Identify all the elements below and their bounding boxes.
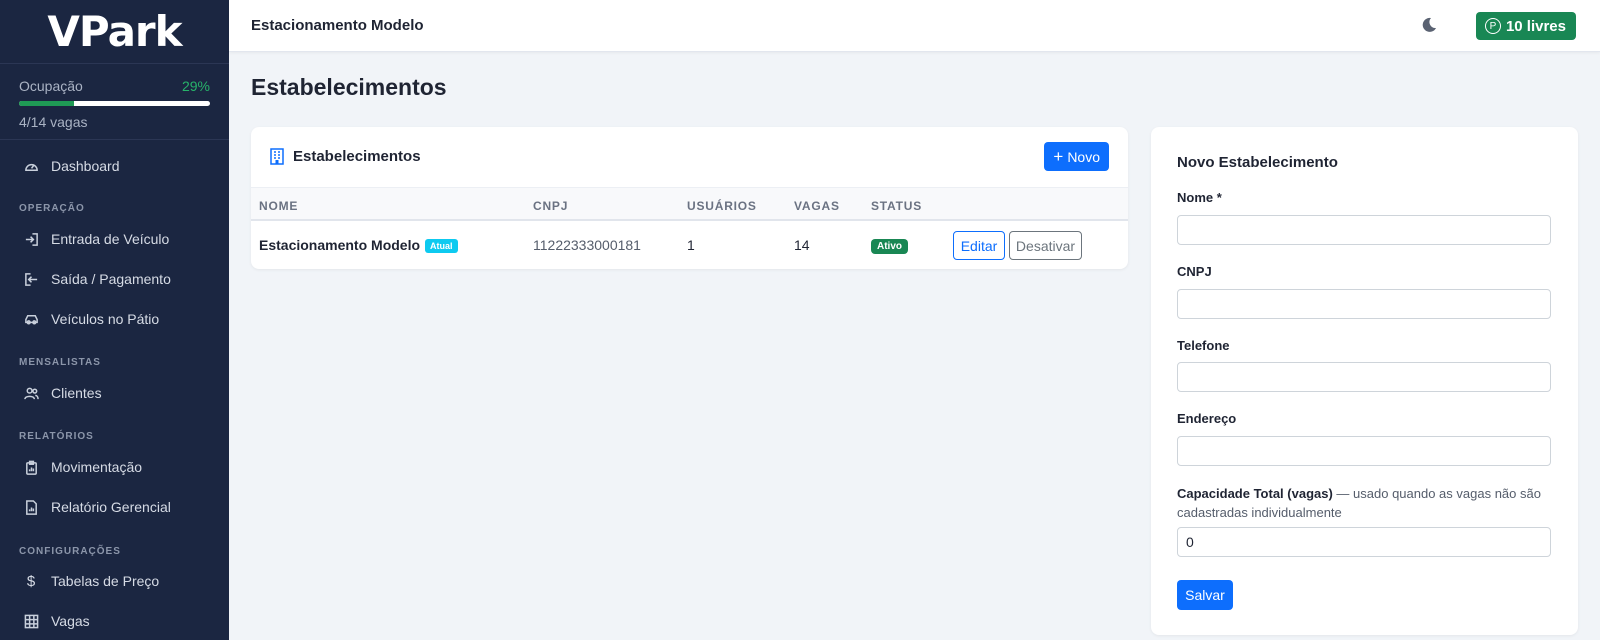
sidebar-item-label: Relatório Gerencial: [51, 499, 171, 515]
nome-label: Nome *: [1177, 190, 1222, 205]
establishment-name: Estacionamento Modelo: [251, 17, 424, 34]
table-row: Estacionamento Modelo Atual 112223330001…: [251, 221, 1128, 269]
sidebar-item-label: Veículos no Pátio: [51, 311, 160, 327]
endereco-input[interactable]: [1177, 436, 1551, 466]
section-operacao: OPERAÇÃO: [19, 203, 85, 214]
column-header-status[interactable]: STATUS: [871, 199, 922, 213]
endereco-label: Endereço: [1177, 411, 1237, 426]
new-establishment-button[interactable]: + Novo: [1044, 142, 1109, 171]
table-header: NOME CNPJ USUÁRIOS VAGAS STATUS: [251, 187, 1128, 221]
occupancy-spots: 4/14 vagas: [19, 114, 88, 130]
save-button[interactable]: Salvar: [1177, 580, 1233, 610]
sidebar-item-label: Vagas: [51, 613, 90, 629]
cnpj-label: CNPJ: [1177, 264, 1212, 279]
occupancy-progress-fill: [19, 101, 75, 106]
edit-button[interactable]: Editar: [953, 231, 1005, 260]
column-header-vagas[interactable]: VAGAS: [794, 199, 840, 213]
sidebar-item-clientes[interactable]: Clientes: [0, 375, 229, 411]
sidebar-item-tabelas-preco[interactable]: $ Tabelas de Preço: [0, 563, 229, 599]
clipboard-data-icon: [23, 459, 39, 475]
sidebar-item-movimentacao[interactable]: Movimentação: [0, 449, 229, 485]
page-title: Estabelecimentos: [251, 74, 447, 100]
login-icon: [23, 231, 39, 247]
occupancy-percent: 29%: [181, 78, 210, 94]
sidebar-item-relatorio-gerencial[interactable]: Relatório Gerencial: [0, 489, 229, 525]
sidebar-item-label: Tabelas de Preço: [51, 573, 160, 589]
sidebar-item-saida[interactable]: Saída / Pagamento: [0, 261, 229, 297]
cnpj-input[interactable]: [1177, 289, 1551, 319]
section-relatorios: RELATÓRIOS: [19, 431, 94, 442]
status-badge: Ativo: [871, 239, 908, 254]
sidebar-item-label: Movimentação: [51, 459, 143, 475]
building-icon: [270, 148, 284, 165]
cell-users: 1: [687, 237, 695, 253]
new-button-label: Novo: [1067, 148, 1100, 165]
sidebar-item-label: Clientes: [51, 385, 102, 401]
sidebar-item-dashboard[interactable]: Dashboard: [0, 148, 229, 184]
grid-icon: [23, 613, 39, 629]
cell-name: Estacionamento Modelo: [259, 237, 421, 253]
occupancy-progress-bar: [19, 101, 210, 106]
telefone-input[interactable]: [1177, 362, 1551, 392]
sidebar-item-label: Entrada de Veículo: [51, 231, 170, 247]
dollar-icon: $: [26, 572, 36, 590]
section-mensalistas: MENSALISTAS: [19, 357, 101, 368]
moon-icon[interactable]: [1420, 16, 1438, 34]
telefone-label: Telefone: [1177, 338, 1230, 353]
column-header-usuarios[interactable]: USUÁRIOS: [687, 199, 757, 213]
cell-cnpj: 11222333000181: [533, 237, 641, 253]
establishments-list-card: Estabelecimentos + Novo NOME CNPJ USUÁRI…: [251, 127, 1128, 269]
new-establishment-form: Novo Estabelecimento Nome * CNPJ Telefon…: [1151, 127, 1578, 635]
card-header: Estabelecimentos + Novo: [251, 127, 1128, 187]
card-title: Estabelecimentos: [293, 148, 421, 165]
section-configuracoes: CONFIGURAÇÕES: [19, 546, 121, 557]
capacidade-label: Capacidade Total (vagas): [1177, 486, 1333, 501]
nome-input[interactable]: [1177, 215, 1551, 245]
occupancy-label: Ocupação: [19, 78, 83, 94]
sidebar: VPark Ocupação 29% 4/14 vagas Dashboard …: [0, 0, 229, 640]
cell-spots: 14: [794, 237, 810, 253]
speedometer-icon: [23, 158, 39, 174]
people-icon: [23, 385, 39, 401]
current-badge: Atual: [425, 239, 458, 253]
sidebar-item-veiculos-patio[interactable]: Veículos no Pátio: [0, 301, 229, 337]
sidebar-item-label: Dashboard: [51, 158, 120, 174]
capacidade-input[interactable]: 0: [1177, 527, 1551, 557]
logout-icon: [23, 271, 39, 287]
column-header-nome[interactable]: NOME: [259, 199, 298, 213]
occupancy-panel: Ocupação 29% 4/14 vagas: [0, 64, 229, 140]
deactivate-button[interactable]: Desativar: [1009, 231, 1082, 260]
sidebar-item-label: Saída / Pagamento: [51, 271, 171, 287]
app-logo[interactable]: VPark: [0, 0, 229, 64]
sidebar-item-entrada[interactable]: Entrada de Veículo: [0, 221, 229, 257]
form-title: Novo Estabelecimento: [1177, 154, 1338, 171]
free-spots-text: 10 livres: [1505, 17, 1566, 35]
free-spots-badge: P 10 livres: [1475, 12, 1576, 40]
car-icon: [23, 311, 39, 327]
topbar: Estacionamento Modelo P 10 livres: [229, 0, 1600, 52]
sidebar-item-vagas[interactable]: Vagas: [0, 603, 229, 639]
capacidade-label-block: Capacidade Total (vagas) — usado quando …: [1177, 484, 1551, 522]
parking-icon: P: [1484, 18, 1501, 34]
column-header-cnpj[interactable]: CNPJ: [533, 199, 568, 213]
plus-icon: +: [1053, 147, 1064, 166]
file-chart-icon: [23, 499, 39, 515]
